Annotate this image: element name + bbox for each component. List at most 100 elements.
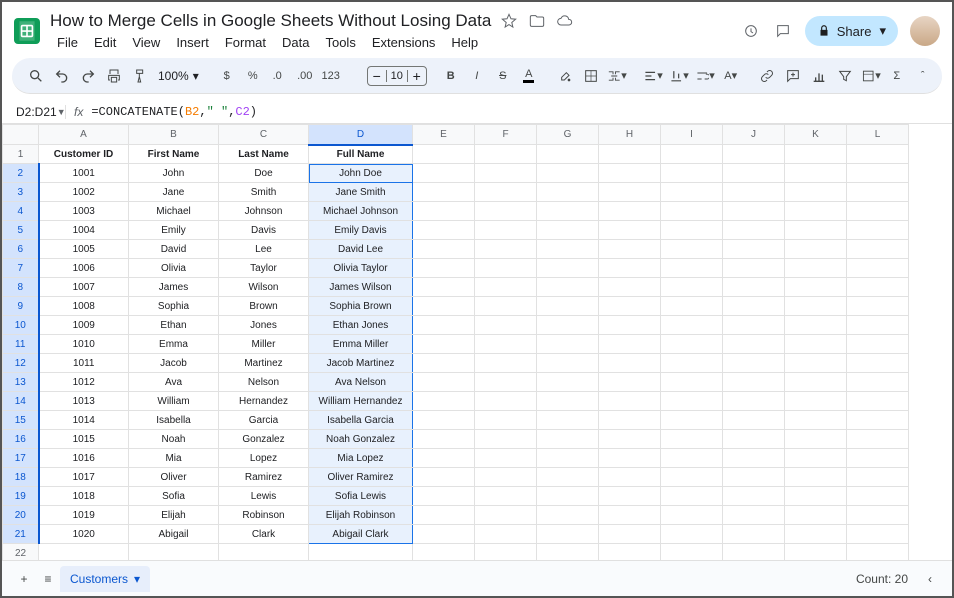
- row-header-18[interactable]: 18: [3, 468, 39, 487]
- cell[interactable]: David: [129, 240, 219, 259]
- cell[interactable]: 1013: [39, 392, 129, 411]
- cell[interactable]: [129, 544, 219, 561]
- cell[interactable]: Elijah Robinson: [309, 506, 413, 525]
- cell[interactable]: Lewis: [219, 487, 309, 506]
- col-header-I[interactable]: I: [661, 125, 723, 145]
- row-header-8[interactable]: 8: [3, 278, 39, 297]
- cell[interactable]: [785, 297, 847, 316]
- cell[interactable]: [537, 544, 599, 561]
- cell[interactable]: [413, 468, 475, 487]
- borders-icon[interactable]: [579, 64, 603, 88]
- zoom-select[interactable]: 100%▾: [154, 69, 203, 83]
- print-icon[interactable]: [102, 64, 126, 88]
- cell[interactable]: Mia: [129, 449, 219, 468]
- row-header-16[interactable]: 16: [3, 430, 39, 449]
- cell[interactable]: [847, 525, 909, 544]
- cell[interactable]: Emily: [129, 221, 219, 240]
- cell[interactable]: Martinez: [219, 354, 309, 373]
- cell[interactable]: [661, 145, 723, 164]
- cell[interactable]: [723, 544, 785, 561]
- cell[interactable]: [599, 316, 661, 335]
- cell[interactable]: [661, 278, 723, 297]
- font-size-increase[interactable]: +: [408, 67, 426, 85]
- cell[interactable]: Wilson: [219, 278, 309, 297]
- cell[interactable]: [475, 259, 537, 278]
- cell[interactable]: [847, 449, 909, 468]
- cell[interactable]: [413, 430, 475, 449]
- increase-decimal-icon[interactable]: .00: [293, 64, 317, 88]
- cell[interactable]: 1015: [39, 430, 129, 449]
- cell[interactable]: [785, 373, 847, 392]
- cell[interactable]: [785, 506, 847, 525]
- cell[interactable]: [723, 411, 785, 430]
- cell[interactable]: [599, 145, 661, 164]
- cell[interactable]: 1014: [39, 411, 129, 430]
- cell[interactable]: Oliver: [129, 468, 219, 487]
- cell[interactable]: [599, 506, 661, 525]
- cell[interactable]: [599, 297, 661, 316]
- cell[interactable]: [661, 221, 723, 240]
- cell[interactable]: 1005: [39, 240, 129, 259]
- cell[interactable]: Ramirez: [219, 468, 309, 487]
- cell[interactable]: Lopez: [219, 449, 309, 468]
- cell[interactable]: Sophia: [129, 297, 219, 316]
- cell[interactable]: [847, 316, 909, 335]
- row-header-11[interactable]: 11: [3, 335, 39, 354]
- cell[interactable]: [785, 183, 847, 202]
- cell[interactable]: Ava: [129, 373, 219, 392]
- cell[interactable]: [537, 202, 599, 221]
- cell[interactable]: [847, 468, 909, 487]
- cell[interactable]: [661, 164, 723, 183]
- cell[interactable]: [661, 202, 723, 221]
- row-header-15[interactable]: 15: [3, 411, 39, 430]
- cell[interactable]: [537, 335, 599, 354]
- cell[interactable]: [475, 449, 537, 468]
- cell[interactable]: Doe: [219, 164, 309, 183]
- cell[interactable]: [785, 259, 847, 278]
- cell[interactable]: 1019: [39, 506, 129, 525]
- menu-insert[interactable]: Insert: [169, 33, 216, 52]
- cell[interactable]: [309, 544, 413, 561]
- cell[interactable]: [537, 487, 599, 506]
- cell[interactable]: [847, 297, 909, 316]
- cell[interactable]: [599, 183, 661, 202]
- cell[interactable]: Gonzalez: [219, 430, 309, 449]
- col-header-J[interactable]: J: [723, 125, 785, 145]
- cell[interactable]: John: [129, 164, 219, 183]
- cell[interactable]: [475, 221, 537, 240]
- cell[interactable]: [599, 411, 661, 430]
- cell[interactable]: Jacob: [129, 354, 219, 373]
- cell[interactable]: [475, 145, 537, 164]
- cell[interactable]: 1009: [39, 316, 129, 335]
- cell[interactable]: [723, 335, 785, 354]
- cell[interactable]: [785, 164, 847, 183]
- share-dropdown-icon[interactable]: ▾: [879, 23, 886, 39]
- cell[interactable]: Garcia: [219, 411, 309, 430]
- row-header-5[interactable]: 5: [3, 221, 39, 240]
- star-icon[interactable]: [499, 11, 519, 31]
- cell[interactable]: Taylor: [219, 259, 309, 278]
- cell[interactable]: Oliver Ramirez: [309, 468, 413, 487]
- cell[interactable]: William: [129, 392, 219, 411]
- cell[interactable]: [475, 544, 537, 561]
- cell[interactable]: [847, 392, 909, 411]
- percent-icon[interactable]: %: [241, 64, 265, 88]
- cell[interactable]: [413, 183, 475, 202]
- redo-icon[interactable]: [76, 64, 100, 88]
- cell[interactable]: [475, 164, 537, 183]
- cell[interactable]: [661, 411, 723, 430]
- cell[interactable]: [413, 202, 475, 221]
- undo-icon[interactable]: [50, 64, 74, 88]
- cell[interactable]: 1011: [39, 354, 129, 373]
- cell[interactable]: [413, 335, 475, 354]
- wrap-icon[interactable]: ▾: [693, 64, 717, 88]
- filter-views-icon[interactable]: ▾: [859, 64, 883, 88]
- cell[interactable]: [537, 316, 599, 335]
- cell[interactable]: [723, 449, 785, 468]
- functions-icon[interactable]: Σ: [885, 64, 909, 88]
- cell[interactable]: [599, 525, 661, 544]
- menu-file[interactable]: File: [50, 33, 85, 52]
- insert-chart-icon[interactable]: [807, 64, 831, 88]
- row-header-12[interactable]: 12: [3, 354, 39, 373]
- cell[interactable]: Ethan: [129, 316, 219, 335]
